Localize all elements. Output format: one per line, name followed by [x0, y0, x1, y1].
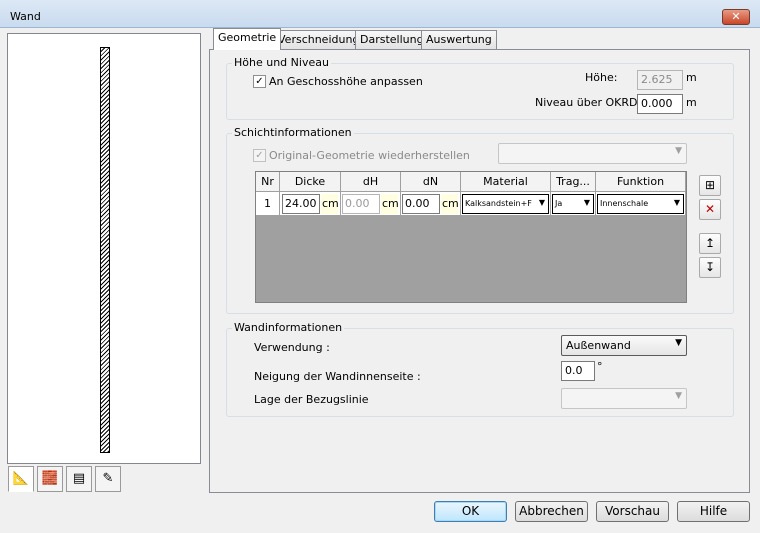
funktion-value: Innenschale — [600, 199, 649, 208]
lage-select[interactable]: ▼ — [561, 388, 687, 409]
cell-nr: 1 — [256, 192, 280, 216]
group-label-wand: Wandinformationen — [232, 321, 345, 334]
chevron-down-icon: ▼ — [538, 198, 545, 207]
delete-layer-button[interactable]: ✕ — [699, 199, 721, 220]
material-combo[interactable]: Kalksandstein+F ▼ — [462, 194, 549, 214]
chevron-down-icon: ▼ — [675, 146, 682, 156]
preview-tab-view[interactable]: ▤ — [66, 466, 92, 492]
close-button[interactable]: ✕ — [722, 9, 750, 25]
title-bar — [0, 0, 760, 28]
checkmark-icon: ✓ — [255, 150, 264, 161]
chevron-down-icon: ▼ — [583, 198, 590, 207]
geometry-icon: 📐 — [12, 471, 30, 486]
column-header-material: Material — [461, 172, 551, 192]
column-header-dn: dN — [401, 172, 461, 192]
table-row-cell-dh: 0.00 cm — [341, 192, 401, 216]
niveau-field[interactable]: 0.000 — [637, 94, 683, 114]
neigung-field[interactable]: 0.0 — [561, 361, 595, 381]
attributes-icon: ✎ — [102, 471, 114, 486]
schicht-combo[interactable]: ▼ — [498, 143, 687, 164]
geschoss-checkbox-label: An Geschosshöhe anpassen — [269, 75, 423, 88]
hoehe-label: Höhe: — [585, 71, 618, 84]
checkmark-icon: ✓ — [255, 76, 264, 87]
hoehe-field[interactable]: 2.625 — [637, 70, 683, 90]
arrow-up-icon: ↥ — [704, 236, 716, 250]
geschoss-checkbox[interactable]: ✓ — [253, 75, 266, 88]
window-title: Wand — [10, 10, 41, 23]
table-row-cell-trag: Ja ▼ — [551, 192, 596, 216]
material-icon: 🧱 — [41, 471, 59, 486]
new-layer-icon: ⊞ — [704, 178, 716, 192]
original-geometrie-label: Original-Geometrie wiederherstellen — [269, 149, 470, 162]
tab-auswertung[interactable]: Auswertung — [421, 30, 497, 49]
column-header-trag: Trag... — [551, 172, 596, 192]
group-label-schicht: Schichtinformationen — [232, 126, 354, 139]
lage-label: Lage der Bezugslinie — [254, 393, 369, 406]
niveau-label: Niveau über OKRD: — [535, 96, 642, 109]
view-icon: ▤ — [72, 471, 86, 486]
trag-value: Ja — [555, 199, 563, 208]
add-layer-button[interactable]: ⊞ — [699, 175, 721, 196]
column-header-dicke: Dicke — [280, 172, 341, 192]
wall-hatch-drawing — [100, 47, 110, 453]
verwendung-select[interactable]: Außenwand ▼ — [561, 335, 687, 356]
column-header-nr: Nr — [256, 172, 280, 192]
close-icon: ✕ — [731, 10, 741, 23]
arrow-down-icon: ↧ — [704, 260, 716, 274]
group-label-hoehe-niveau: Höhe und Niveau — [232, 56, 331, 69]
layer-table: Nr Dicke dH dN Material Trag... Funktion… — [255, 171, 687, 303]
table-row-cell-dicke: 24.00 cm — [280, 192, 341, 216]
preview-tab-geometry[interactable]: 📐 — [8, 466, 34, 492]
dicke-input[interactable]: 24.00 — [282, 194, 320, 214]
funktion-combo[interactable]: Innenschale ▼ — [597, 194, 684, 214]
neigung-unit: ° — [597, 360, 603, 373]
tab-darstellung[interactable]: Darstellung — [355, 30, 429, 49]
chevron-down-icon: ▼ — [673, 198, 680, 207]
delete-icon: ✕ — [704, 202, 716, 216]
help-button[interactable]: Hilfe — [677, 501, 750, 522]
move-down-button[interactable]: ↧ — [699, 257, 721, 278]
column-header-dh: dH — [341, 172, 401, 192]
table-row-cell-dn: 0.00 cm — [401, 192, 461, 216]
verwendung-label: Verwendung : — [254, 341, 330, 354]
preview-tab-material[interactable]: 🧱 — [37, 466, 63, 492]
table-row-cell-funktion: Innenschale ▼ — [596, 192, 686, 216]
material-value: Kalksandstein+F — [465, 199, 532, 208]
dh-unit: cm — [381, 194, 399, 214]
hoehe-unit: m — [686, 71, 697, 84]
preview-button[interactable]: Vorschau — [596, 501, 669, 522]
ok-button[interactable]: OK — [434, 501, 507, 522]
niveau-unit: m — [686, 96, 697, 109]
move-up-button[interactable]: ↥ — [699, 233, 721, 254]
preview-tab-attributes[interactable]: ✎ — [95, 466, 121, 492]
chevron-down-icon: ▼ — [675, 391, 682, 401]
chevron-down-icon: ▼ — [675, 338, 682, 348]
original-geometrie-checkbox[interactable]: ✓ — [253, 149, 266, 162]
column-header-funktion: Funktion — [596, 172, 686, 192]
cancel-button[interactable]: Abbrechen — [515, 501, 588, 522]
tab-verschneidung[interactable]: Verschneidung — [273, 30, 365, 49]
table-row-cell-material: Kalksandstein+F ▼ — [461, 192, 551, 216]
dicke-unit: cm — [321, 194, 339, 214]
tab-geometrie[interactable]: Geometrie — [213, 28, 282, 50]
trag-combo[interactable]: Ja ▼ — [552, 194, 594, 214]
wall-preview — [7, 33, 201, 464]
dn-input[interactable]: 0.00 — [402, 194, 440, 214]
neigung-label: Neigung der Wandinnenseite : — [254, 370, 421, 383]
verwendung-value: Außenwand — [566, 339, 631, 352]
dn-unit: cm — [441, 194, 459, 214]
dh-input[interactable]: 0.00 — [342, 194, 380, 214]
